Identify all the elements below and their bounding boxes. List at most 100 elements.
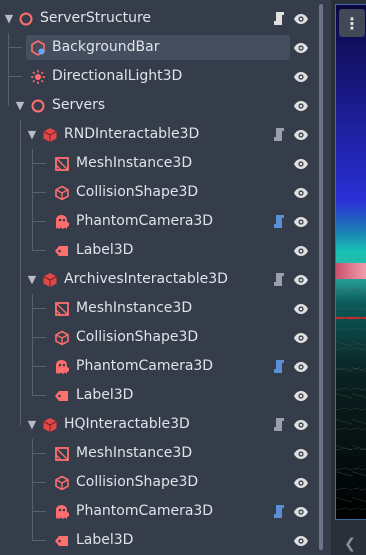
scrollbar-thumb[interactable] bbox=[319, 4, 323, 550]
kebab-menu-icon[interactable]: ⋮ bbox=[339, 9, 365, 37]
tree-row-archives-interactable[interactable]: ▼ ArchivesInteractable3D bbox=[0, 265, 314, 294]
tree-row-rnd-interactable[interactable]: ▼ RNDInteractable3D bbox=[0, 120, 314, 149]
visibility-eye-icon[interactable] bbox=[293, 243, 309, 259]
tree-row-label: DirectionalLight3D bbox=[52, 68, 183, 84]
chevron-down-icon[interactable]: ▼ bbox=[25, 410, 39, 439]
tree-row-label: Servers bbox=[52, 97, 106, 113]
node3d-icon bbox=[18, 11, 34, 27]
tree-row-label3d[interactable]: Label3D bbox=[0, 526, 314, 555]
tree-row-server-structure[interactable]: ▼ ServerStructure bbox=[0, 4, 314, 33]
tree-row-label: BackgroundBar bbox=[52, 39, 160, 55]
tree-guide-line bbox=[20, 207, 21, 236]
tree-guide-elbow bbox=[32, 482, 46, 483]
tree-guide-elbow bbox=[8, 47, 22, 48]
visibility-eye-icon[interactable] bbox=[293, 330, 309, 346]
script-icon[interactable] bbox=[272, 214, 286, 229]
tree-row-label3d[interactable]: Label3D bbox=[0, 381, 314, 410]
tree-row-label: PhantomCamera3D bbox=[76, 358, 214, 374]
script-icon[interactable] bbox=[272, 504, 286, 519]
tree-row-label: PhantomCamera3D bbox=[76, 213, 214, 229]
tree-row-directional-light[interactable]: DirectionalLight3D bbox=[0, 62, 314, 91]
viewport-pink-band bbox=[336, 263, 366, 279]
collision-shape-icon bbox=[54, 330, 70, 346]
script-icon[interactable] bbox=[272, 11, 286, 26]
visibility-eye-icon[interactable] bbox=[293, 69, 309, 85]
tree-guide-line bbox=[8, 91, 9, 106]
tree-row-label: Label3D bbox=[76, 242, 134, 258]
tree-guide-elbow bbox=[32, 308, 46, 309]
visibility-eye-icon[interactable] bbox=[293, 533, 309, 549]
visibility-eye-icon[interactable] bbox=[293, 11, 309, 27]
viewport-render[interactable] bbox=[335, 4, 366, 520]
visibility-eye-icon[interactable] bbox=[293, 185, 309, 201]
tree-guide-line bbox=[20, 410, 21, 425]
tree-row-hq-interactable[interactable]: ▼ HQInteractable3D bbox=[0, 410, 314, 439]
chevron-down-icon[interactable]: ▼ bbox=[25, 265, 39, 294]
chevron-down-icon[interactable]: ▼ bbox=[13, 91, 27, 120]
tree-guide-elbow bbox=[32, 192, 46, 193]
visibility-eye-icon[interactable] bbox=[293, 156, 309, 172]
tree-row-collision-shape[interactable]: CollisionShape3D bbox=[0, 178, 314, 207]
visibility-eye-icon[interactable] bbox=[293, 417, 309, 433]
visibility-eye-icon[interactable] bbox=[293, 214, 309, 230]
tree-guide-elbow bbox=[32, 366, 46, 367]
tree-row-phantom-camera[interactable]: PhantomCamera3D bbox=[0, 207, 314, 236]
tree-row-collision-shape[interactable]: CollisionShape3D bbox=[0, 323, 314, 352]
tree-row-label: HQInteractable3D bbox=[64, 416, 190, 432]
visibility-eye-icon[interactable] bbox=[293, 359, 309, 375]
visibility-eye-icon[interactable] bbox=[293, 388, 309, 404]
visibility-eye-icon[interactable] bbox=[293, 504, 309, 520]
tree-row-phantom-camera[interactable]: PhantomCamera3D bbox=[0, 352, 314, 381]
tree-row-label: MeshInstance3D bbox=[76, 155, 193, 171]
background-bar-icon bbox=[30, 40, 46, 56]
visibility-eye-icon[interactable] bbox=[293, 446, 309, 462]
mesh-instance-icon bbox=[54, 156, 70, 172]
tree-guide-line bbox=[20, 352, 21, 381]
node3d-icon bbox=[30, 98, 46, 114]
tree-row-background-bar[interactable]: BackgroundBar bbox=[0, 33, 314, 62]
visibility-eye-icon[interactable] bbox=[293, 272, 309, 288]
tree-row-mesh-instance[interactable]: MeshInstance3D bbox=[0, 149, 314, 178]
rigid-body-icon bbox=[42, 127, 58, 143]
3d-viewport[interactable] bbox=[331, 0, 366, 555]
visibility-eye-icon[interactable] bbox=[293, 475, 309, 491]
tree-guide-line bbox=[20, 236, 21, 265]
tree-guide-elbow bbox=[32, 221, 46, 222]
tree-guide-elbow bbox=[32, 395, 46, 396]
tree-row-label3d[interactable]: Label3D bbox=[0, 236, 314, 265]
label3d-icon bbox=[54, 243, 70, 259]
tree-guide-line bbox=[20, 381, 21, 410]
tree-guide-line bbox=[32, 381, 33, 396]
chevron-down-icon[interactable]: ▼ bbox=[2, 4, 16, 33]
tree-row-mesh-instance[interactable]: MeshInstance3D bbox=[0, 439, 314, 468]
mesh-instance-icon bbox=[54, 301, 70, 317]
tree-guide-line bbox=[32, 526, 33, 541]
chevron-down-icon[interactable]: ▼ bbox=[25, 120, 39, 149]
tree-row-label: RNDInteractable3D bbox=[64, 126, 200, 142]
tree-guide-line bbox=[20, 265, 21, 294]
script-icon[interactable] bbox=[272, 359, 286, 374]
script-icon[interactable] bbox=[272, 272, 286, 287]
visibility-eye-icon[interactable] bbox=[293, 40, 309, 56]
tree-row-label: ArchivesInteractable3D bbox=[64, 271, 228, 287]
tree-row-phantom-camera[interactable]: PhantomCamera3D bbox=[0, 497, 314, 526]
script-icon[interactable] bbox=[272, 417, 286, 432]
tree-scrollbar[interactable] bbox=[316, 0, 326, 555]
tree-guide-line bbox=[20, 294, 21, 323]
tree-row-collision-shape[interactable]: CollisionShape3D bbox=[0, 468, 314, 497]
tree-row-mesh-instance[interactable]: MeshInstance3D bbox=[0, 294, 314, 323]
tree-row-label: CollisionShape3D bbox=[76, 329, 199, 345]
tree-guide-line bbox=[32, 236, 33, 251]
rigid-body-icon bbox=[42, 417, 58, 433]
tree-row-servers[interactable]: ▼ Servers bbox=[0, 91, 314, 120]
phantom-camera-icon bbox=[54, 214, 70, 230]
visibility-eye-icon[interactable] bbox=[293, 127, 309, 143]
visibility-eye-icon[interactable] bbox=[293, 98, 309, 114]
tree-row-label: Label3D bbox=[76, 532, 134, 548]
visibility-eye-icon[interactable] bbox=[293, 301, 309, 317]
scene-tree-panel: ▼ ServerStructure BackgroundBar Directio… bbox=[0, 0, 314, 555]
tree-guide-elbow bbox=[32, 337, 46, 338]
directional-light-icon bbox=[30, 69, 46, 85]
script-icon[interactable] bbox=[272, 127, 286, 142]
chevron-left-icon[interactable]: ❮ bbox=[335, 533, 365, 555]
